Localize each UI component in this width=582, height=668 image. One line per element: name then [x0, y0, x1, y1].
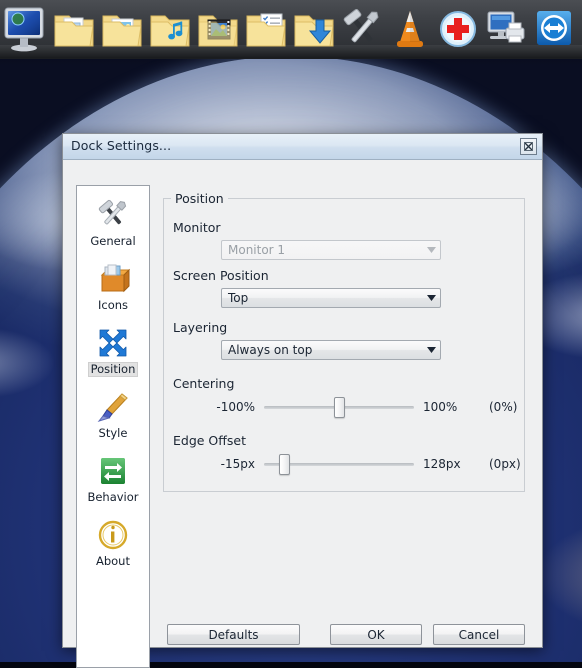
centering-slider-row: -100% 100% (0%): [203, 394, 535, 420]
settings-category-list: General Icons Position Style Behavior Ab…: [76, 185, 150, 668]
vlc-cone-icon: [396, 11, 423, 47]
screen-position-select[interactable]: Top: [221, 288, 441, 308]
sidebar-item-style[interactable]: Style: [77, 388, 149, 452]
videos-folder-icon: [198, 15, 238, 47]
cancel-button[interactable]: Cancel: [433, 624, 525, 645]
defaults-button[interactable]: Defaults: [167, 624, 300, 645]
hammer-wrench-icon: [96, 196, 130, 234]
centering-max-label: 100%: [423, 400, 458, 414]
dock-item-network-printer[interactable]: [482, 2, 529, 52]
sidebar-item-label: About: [95, 554, 130, 568]
dock-item-music-folder[interactable]: [146, 2, 193, 52]
layering-select-value: Always on top: [228, 343, 313, 357]
edge-offset-slider-row: -15px 128px (0px): [203, 451, 535, 477]
sidebar-item-label: Position: [87, 362, 139, 377]
dock-item-notes-folder[interactable]: [242, 2, 289, 52]
chevron-down-icon: [422, 247, 440, 253]
slider-thumb[interactable]: [279, 454, 290, 475]
sidebar-item-label: General: [90, 234, 136, 248]
dock-settings-dialog: Dock Settings... General Icons Position …: [62, 133, 543, 668]
close-icon[interactable]: [520, 138, 537, 155]
documents-folder-icon: [54, 15, 94, 47]
dock-item-videos-folder[interactable]: [194, 2, 241, 52]
tools-icon: [343, 9, 378, 43]
close-x-glyph: [524, 142, 533, 151]
layering-label: Layering: [173, 320, 228, 335]
sidebar-item-general[interactable]: General: [77, 196, 149, 260]
sidebar-item-about[interactable]: About: [77, 516, 149, 580]
dock-item-documents-folder[interactable]: [50, 2, 97, 52]
info-icon: [96, 516, 130, 554]
edge-offset-max-label: 128px: [423, 457, 461, 471]
centering-label: Centering: [173, 376, 235, 391]
screen-position-label: Screen Position: [173, 268, 269, 283]
computer-icon: [4, 7, 43, 52]
slider-thumb[interactable]: [334, 397, 345, 418]
dock-item-list: [0, 0, 577, 52]
sidebar-item-label: Style: [98, 426, 128, 440]
dialog-title: Dock Settings...: [71, 138, 172, 153]
position-groupbox-legend: Position: [171, 191, 228, 206]
swap-arrows-icon: [96, 452, 130, 490]
edge-offset-current-value: (0px): [489, 457, 521, 471]
centering-slider[interactable]: [264, 394, 414, 420]
first-aid-icon: [439, 11, 476, 47]
dock-item-computer[interactable]: [2, 2, 49, 52]
paintbrush-icon: [96, 388, 130, 426]
sidebar-item-behavior[interactable]: Behavior: [77, 452, 149, 516]
dock-item-teamviewer[interactable]: [530, 2, 577, 52]
monitor-select[interactable]: Monitor 1: [221, 240, 441, 260]
centering-min-label: -100%: [216, 400, 255, 414]
dock-item-tools[interactable]: [338, 2, 385, 52]
edge-offset-slider[interactable]: [264, 451, 414, 477]
dock-item-first-aid[interactable]: [434, 2, 481, 52]
teamviewer-icon: [536, 11, 571, 45]
centering-current-value: (0%): [489, 400, 518, 414]
notes-folder-icon: [246, 13, 286, 47]
monitor-label: Monitor: [173, 220, 221, 235]
dock-item-pictures-folder[interactable]: [98, 2, 145, 52]
network-printer-icon: [487, 11, 524, 43]
dock-item-vlc-media-player[interactable]: [386, 2, 433, 52]
edge-offset-min-label: -15px: [220, 457, 255, 471]
pictures-folder-icon: [102, 15, 142, 47]
dialog-content: General Icons Position Style Behavior Ab…: [63, 160, 542, 668]
sidebar-item-label: Behavior: [87, 490, 139, 504]
sidebar-item-label: Icons: [97, 298, 129, 312]
sidebar-item-icons[interactable]: Icons: [77, 260, 149, 324]
chevron-down-icon: [422, 295, 440, 301]
box-icon: [96, 260, 130, 298]
dock-item-downloads-folder[interactable]: [290, 2, 337, 52]
dock-bar: [0, 0, 582, 59]
edge-offset-label: Edge Offset: [173, 433, 246, 448]
dialog-titlebar[interactable]: Dock Settings...: [63, 134, 542, 160]
music-folder-icon: [150, 15, 190, 47]
sidebar-item-position[interactable]: Position: [77, 324, 149, 388]
downloads-folder-icon: [294, 15, 334, 47]
monitor-select-value: Monitor 1: [228, 243, 286, 257]
ok-button[interactable]: OK: [330, 624, 422, 645]
screen-position-select-value: Top: [228, 291, 249, 305]
chevron-down-icon: [422, 347, 440, 353]
move-arrows-icon: [96, 324, 130, 362]
layering-select[interactable]: Always on top: [221, 340, 441, 360]
